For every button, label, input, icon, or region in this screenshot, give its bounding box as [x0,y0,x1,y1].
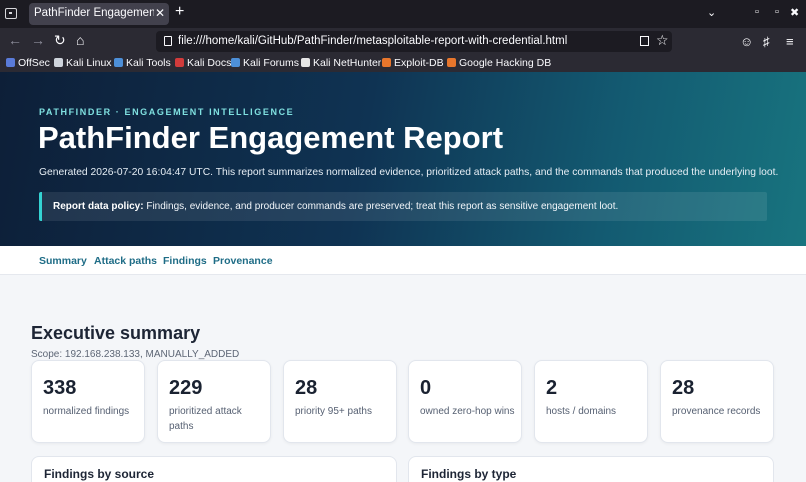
home-icon[interactable]: ⌂ [76,32,84,48]
bookmark-label: Kali Forums [243,57,300,69]
stat-card-normalized-findings: 338 normalized findings [31,360,145,443]
browser-tab-active[interactable]: PathFinder Engagement Rep ✕ [29,3,169,25]
nav-provenance-link[interactable]: Provenance [213,255,273,267]
forward-arrow-icon[interactable]: → [31,32,45,48]
policy-body: Findings, evidence, and producer command… [143,201,619,212]
kali-dragon-icon [54,58,63,67]
nav-findings-link[interactable]: Findings [163,255,207,267]
nav-attack-paths-link[interactable]: Attack paths [94,255,157,267]
url-text[interactable]: file:///home/kali/GitHub/PathFinder/meta… [178,35,567,47]
address-bar[interactable]: file:///home/kali/GitHub/PathFinder/meta… [156,31,672,52]
stat-card-provenance-records: 28 provenance records [660,360,774,443]
findings-by-source-panel: Findings by source [31,456,397,482]
new-tab-button[interactable]: + [175,3,184,21]
account-icon[interactable]: ☺ [740,34,753,49]
bookmark-exploit-db[interactable]: Exploit-DB [382,57,444,69]
stat-label: provenance records [672,406,761,417]
bookmark-label: Exploit-DB [394,57,444,69]
bookmark-label: Kali Linux [66,57,112,69]
maximize-window-icon[interactable]: ▫ [775,6,779,18]
close-window-icon[interactable]: ✖ [790,6,799,19]
stat-label: hosts / domains [546,406,617,417]
offsec-icon [6,58,15,67]
stat-label: normalized findings [43,406,130,417]
stat-card-priority-paths: 28 priority 95+ paths [283,360,397,443]
tab-list-chevron-icon[interactable]: ⌄ [707,6,716,19]
reload-icon[interactable]: ↻ [54,32,66,49]
exploit-db-icon [382,58,391,67]
bookmark-star-icon[interactable]: ☆ [656,32,669,49]
bookmark-label: Kali Tools [126,57,171,69]
stat-label: prioritized attack paths [169,406,242,432]
bookmark-label: Google Hacking DB [459,57,552,69]
bookmark-kali-nethunter[interactable]: Kali NetHunter [301,57,381,69]
browser-tab-bar: PathFinder Engagement Rep ✕ + ⌄ ▫ ▫ ✖ [0,0,806,28]
policy-label: Report data policy: [53,201,144,212]
minimize-window-icon[interactable]: ▫ [755,6,759,18]
tab-close-icon[interactable]: ✕ [155,6,165,20]
ghdb-icon [447,58,456,67]
stat-card-zero-hop-wins: 0 owned zero-hop wins [408,360,522,443]
bookmark-kali-docs[interactable]: Kali Docs [175,57,231,69]
stat-value: 2 [546,377,558,399]
section-nav: Summary Attack paths Findings Provenance [0,246,806,275]
stat-label: owned zero-hop wins [420,406,515,417]
bookmark-google-hacking-db[interactable]: Google Hacking DB [447,57,551,69]
bookmark-offsec[interactable]: OffSec [6,57,50,69]
menu-icon[interactable]: ≡ [786,34,794,49]
tab-overview-icon[interactable] [5,8,17,19]
report-hero: PATHFINDER · ENGAGEMENT INTELLIGENCE Pat… [0,72,806,246]
stat-card-hosts-domains: 2 hosts / domains [534,360,648,443]
bookmark-label: Kali NetHunter [313,57,382,69]
page-document-icon [164,36,172,46]
stat-label: priority 95+ paths [295,406,372,417]
extensions-icon[interactable]: ♯ [763,34,770,49]
bookmark-kali-forums[interactable]: Kali Forums [231,57,299,69]
kali-forums-icon [231,58,240,67]
stat-value: 338 [43,377,77,399]
stat-value: 28 [672,377,695,399]
stat-value: 28 [295,377,318,399]
kali-docs-icon [175,58,184,67]
policy-text: Report data policy: Findings, evidence, … [53,201,618,212]
bookmark-label: Kali Docs [187,57,232,69]
stat-card-attack-paths: 229 prioritized attack paths [157,360,271,443]
browser-nav-bar: ← → ↻ ⌂ file:///home/kali/GitHub/PathFin… [0,28,806,55]
bookmark-kali-tools[interactable]: Kali Tools [114,57,171,69]
scope-text: Scope: 192.168.238.133, MANUALLY_ADDED [31,349,240,360]
nav-summary-link[interactable]: Summary [39,255,87,267]
panel-title: Findings by source [44,467,155,481]
stat-value: 229 [169,377,203,399]
kali-tools-icon [114,58,123,67]
reader-view-icon[interactable] [640,36,649,46]
nethunter-icon [301,58,310,67]
data-policy-callout: Report data policy: Findings, evidence, … [39,192,767,221]
executive-summary-heading: Executive summary [31,323,201,343]
findings-by-type-panel: Findings by type [408,456,774,482]
tab-title: PathFinder Engagement Rep [34,7,154,19]
page-title: PathFinder Engagement Report [38,120,504,155]
generated-note: Generated 2026-07-20 16:04:47 UTC. This … [39,167,779,178]
bookmark-label: OffSec [18,57,50,69]
bookmarks-toolbar: OffSec Kali Linux Kali Tools Kali Docs K… [0,55,806,72]
stat-value: 0 [420,377,432,399]
back-arrow-icon[interactable]: ← [8,32,22,48]
hero-kicker: PATHFINDER · ENGAGEMENT INTELLIGENCE [39,107,295,117]
bookmark-kali-linux[interactable]: Kali Linux [54,57,112,69]
panel-title: Findings by type [421,467,517,481]
